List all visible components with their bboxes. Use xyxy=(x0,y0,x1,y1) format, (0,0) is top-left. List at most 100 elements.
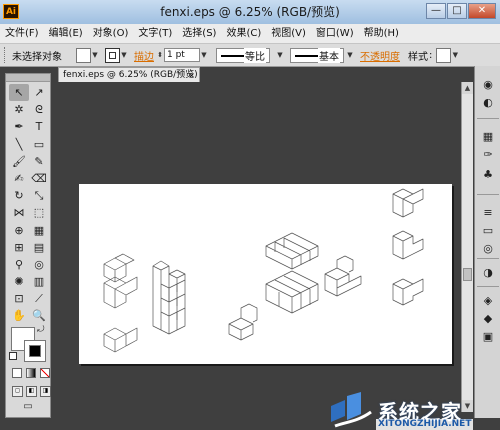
cube-group-3 xyxy=(265,232,319,314)
symbols-icon[interactable]: ♣ xyxy=(481,168,495,182)
tools-panel: ↖ ↗ ✲ ᘓ ✒ T ╲ ▭ 🖌 ✎ ✍ ⌫ ↻ ⤡ ⋈ ⬚ ⊕ ▦ ⊞ ▤ ⚲ ◎ ✺ ▥ ⊡ ⟋ ✋ 🔍 ⤾ ◻ ◧ ◨ ▭ xyxy=(5,73,51,418)
graphic-style-dropdown-icon[interactable]: ▼ xyxy=(451,49,459,62)
menu-type[interactable]: 文字(T) xyxy=(133,24,177,43)
drawing-mode-row: ◻ ◧ ◨ xyxy=(12,386,51,397)
swap-fill-stroke-icon[interactable]: ⤾ xyxy=(37,325,45,335)
stroke-dropdown-icon[interactable]: ▼ xyxy=(120,49,128,62)
gradient-mode-icon[interactable] xyxy=(26,368,36,378)
draw-inside-icon[interactable]: ◨ xyxy=(40,386,51,397)
menu-effect[interactable]: 效果(C) xyxy=(221,24,266,43)
isometric-cubes-drawing xyxy=(103,188,424,353)
brush-dropdown-icon[interactable]: ▼ xyxy=(346,49,354,62)
column-graph-icon[interactable]: ▥ xyxy=(29,273,49,290)
draw-normal-icon[interactable]: ◻ xyxy=(12,386,23,397)
scroll-thumb[interactable] xyxy=(463,268,472,281)
artboards-icon[interactable]: ▣ xyxy=(481,330,495,344)
width-icon[interactable]: ⋈ xyxy=(9,204,29,221)
color-mode-row xyxy=(12,368,50,378)
stroke-link[interactable]: 描边 xyxy=(134,48,154,63)
tab-close-icon[interactable]: × xyxy=(188,68,195,83)
pencil-icon[interactable]: ✎ xyxy=(29,153,49,170)
menu-file[interactable]: 文件(F) xyxy=(0,24,44,43)
swatches-icon[interactable]: ▦ xyxy=(481,130,495,144)
blob-brush-icon[interactable]: ✍ xyxy=(9,170,29,187)
draw-behind-icon[interactable]: ◧ xyxy=(26,386,37,397)
scroll-up-icon[interactable]: ▲ xyxy=(462,82,473,94)
none-mode-icon[interactable] xyxy=(40,368,50,378)
default-colors-icon[interactable] xyxy=(9,352,17,360)
profile-label: 等比 xyxy=(244,47,266,63)
graphic-style-swatch[interactable] xyxy=(436,47,452,63)
artboard[interactable] xyxy=(79,184,452,364)
eyedropper-icon[interactable]: ⚲ xyxy=(9,256,29,273)
zoom-icon[interactable]: 🔍 xyxy=(29,307,49,324)
rotate-icon[interactable]: ↻ xyxy=(9,187,29,204)
watermark-url: XITONGZHIJIA.NET xyxy=(376,419,474,430)
pen-icon[interactable]: ✒ xyxy=(9,118,29,135)
menu-help[interactable]: 帮助(H) xyxy=(359,24,404,43)
stroke-weight-stepper[interactable]: ⬍ xyxy=(156,49,164,62)
tools-panel-header[interactable] xyxy=(6,74,50,82)
magic-wand-icon[interactable]: ✲ xyxy=(9,101,29,118)
menu-select[interactable]: 选择(S) xyxy=(177,24,221,43)
transparency-icon[interactable]: ◎ xyxy=(481,242,495,256)
menu-view[interactable]: 视图(V) xyxy=(266,24,311,43)
stroke-icon[interactable]: ≡ xyxy=(481,206,495,220)
profile-dropdown-icon[interactable]: ▼ xyxy=(276,49,284,62)
document-tab-label: fenxi.eps @ 6.25% (RGB/预览) xyxy=(63,70,198,80)
direct-selection-icon[interactable]: ↗ xyxy=(29,84,49,101)
fill-dropdown-icon[interactable]: ▼ xyxy=(91,49,99,62)
brushes-icon[interactable]: ✑ xyxy=(481,148,495,162)
selection-arrow-icon[interactable]: ↖ xyxy=(9,84,29,102)
type-icon[interactable]: T xyxy=(29,118,49,135)
vertical-scrollbar[interactable]: ▲ ▼ xyxy=(461,82,473,412)
panel-divider xyxy=(477,258,499,259)
menu-window[interactable]: 窗口(W) xyxy=(311,24,359,43)
gradient-panel-icon[interactable]: ▭ xyxy=(481,224,495,238)
symbol-sprayer-icon[interactable]: ✺ xyxy=(9,273,29,290)
blend-icon[interactable]: ◎ xyxy=(29,256,49,273)
lasso-icon[interactable]: ᘓ xyxy=(29,101,49,118)
close-button[interactable]: ✕ xyxy=(468,3,496,19)
color-mode-icon[interactable] xyxy=(12,368,22,378)
panel-divider xyxy=(477,118,499,119)
stroke-swatch[interactable] xyxy=(105,47,120,63)
perspective-grid-icon[interactable]: ▦ xyxy=(29,222,49,239)
document-tab[interactable]: fenxi.eps @ 6.25% (RGB/预览) × xyxy=(58,67,200,82)
scroll-down-icon[interactable]: ▼ xyxy=(462,400,473,412)
paintbrush-icon[interactable]: 🖌 xyxy=(9,153,29,170)
rectangle-icon[interactable]: ▭ xyxy=(29,136,49,153)
scale-icon[interactable]: ⤡ xyxy=(29,187,49,204)
maximize-button[interactable]: □ xyxy=(447,3,467,19)
stroke-color-swatch[interactable] xyxy=(24,340,46,362)
menu-edit[interactable]: 编辑(E) xyxy=(44,24,88,43)
hand-icon[interactable]: ✋ xyxy=(9,307,29,324)
screen-mode-icon[interactable]: ▭ xyxy=(20,401,36,413)
eraser-icon[interactable]: ⌫ xyxy=(29,170,49,187)
control-bar-grip[interactable] xyxy=(4,47,9,63)
minimize-button[interactable]: — xyxy=(426,3,446,19)
gradient-icon[interactable]: ▤ xyxy=(29,239,49,256)
artboard-icon[interactable]: ⊡ xyxy=(9,290,29,307)
menu-object[interactable]: 对象(O) xyxy=(88,24,134,43)
window-controls: — □ ✕ xyxy=(426,3,496,19)
line-segment-icon[interactable]: ╲ xyxy=(9,136,29,153)
free-transform-icon[interactable]: ⬚ xyxy=(29,204,49,221)
stroke-weight-dropdown-icon[interactable]: ▼ xyxy=(200,49,208,62)
brush-label: 基本 xyxy=(318,47,340,63)
shape-builder-icon[interactable]: ⊕ xyxy=(9,222,29,239)
color-guide-icon[interactable]: ◐ xyxy=(481,96,495,110)
fill-swatch[interactable] xyxy=(76,47,91,63)
panel-divider xyxy=(477,194,499,195)
graphic-styles-icon[interactable]: ◈ xyxy=(481,294,495,308)
color-icon[interactable]: ◉ xyxy=(481,78,495,92)
style-label: 样式 xyxy=(408,51,428,63)
opacity-link[interactable]: 不透明度 xyxy=(360,48,400,63)
cube-group-1 xyxy=(103,253,138,353)
cube-group-4 xyxy=(324,255,362,297)
stroke-weight-field[interactable]: 1 pt xyxy=(164,48,200,62)
mesh-icon[interactable]: ⊞ xyxy=(9,239,29,256)
layers-icon[interactable]: ◆ xyxy=(481,312,495,326)
appearance-icon[interactable]: ◑ xyxy=(481,266,495,280)
slice-icon[interactable]: ⟋ xyxy=(29,290,49,307)
